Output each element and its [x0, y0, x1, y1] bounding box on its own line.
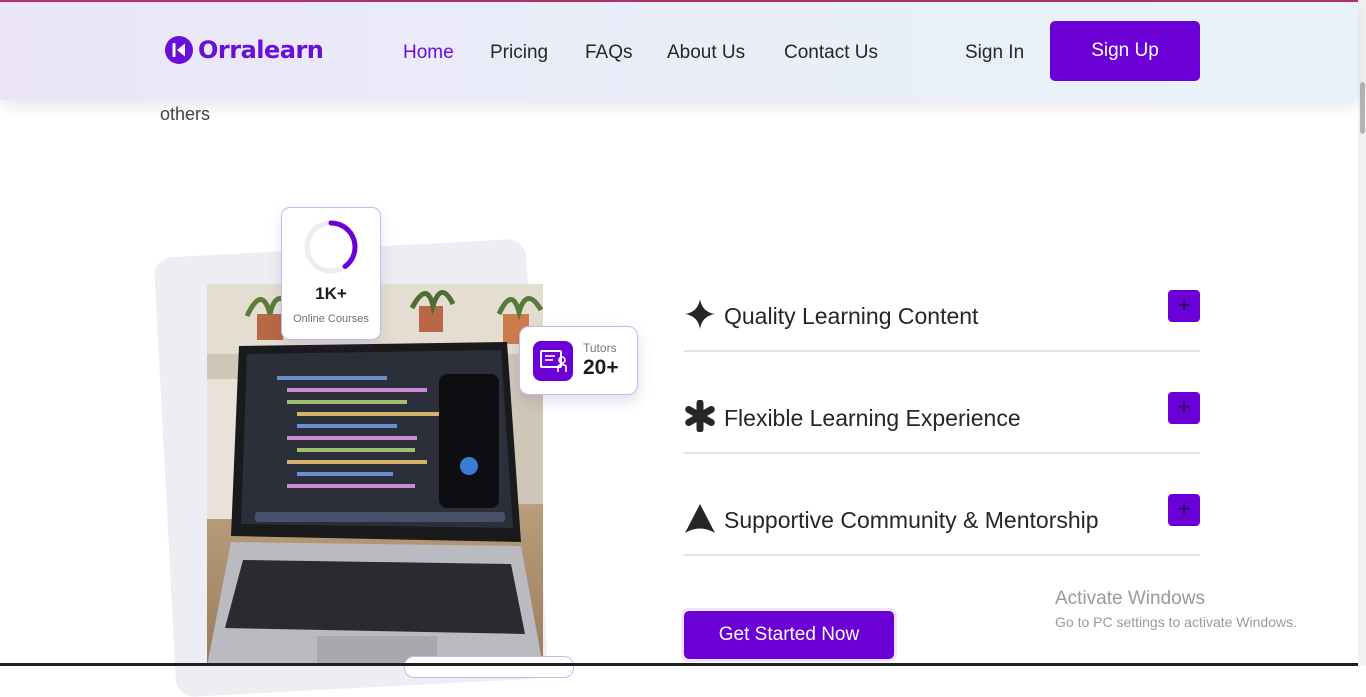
courses-label: Online Courses — [293, 313, 369, 325]
tutors-label: Tutors — [583, 341, 617, 355]
progress-ring — [304, 220, 358, 274]
laptop-illustration — [207, 284, 543, 666]
watermark-title: Activate Windows — [1055, 588, 1205, 609]
feature-title: Supportive Community & Mentorship — [724, 507, 1099, 533]
progress-ring-arc — [328, 220, 358, 269]
partial-card — [404, 656, 574, 678]
nav-contact-us[interactable]: Contact Us — [784, 42, 878, 64]
online-courses-card: 1K+ Online Courses — [281, 207, 381, 340]
windows-activation-watermark: Activate Windows Go to PC settings to ac… — [1055, 588, 1297, 630]
nav-faqs[interactable]: FAQs — [585, 42, 633, 64]
watermark-subtitle: Go to PC settings to activate Windows. — [1055, 614, 1297, 630]
logo[interactable]: Orralearn — [164, 35, 324, 65]
feature-flexible-learning[interactable]: Flexible Learning Experience + — [684, 392, 1200, 454]
nav-pricing[interactable]: Pricing — [490, 42, 548, 64]
sign-up-button[interactable]: Sign Up — [1050, 21, 1200, 81]
feature-title: Flexible Learning Experience — [724, 405, 1021, 431]
arrow-up-icon — [685, 504, 715, 533]
feature-supportive-community[interactable]: Supportive Community & Mentorship + — [684, 494, 1200, 556]
expand-button[interactable]: + — [1168, 494, 1200, 526]
expand-button[interactable]: + — [1168, 290, 1200, 322]
nav-about-us[interactable]: About Us — [667, 42, 745, 64]
asterisk-icon — [685, 400, 715, 432]
nav-home[interactable]: Home — [403, 42, 454, 64]
feature-title: Quality Learning Content — [724, 303, 979, 329]
tutors-count: 20+ — [583, 356, 619, 379]
logo-icon — [165, 36, 193, 64]
tutor-board-icon — [533, 341, 573, 381]
logo-text: Orralearn — [198, 36, 324, 64]
section-text-fragment: others — [160, 104, 211, 124]
feature-quality-learning[interactable]: Quality Learning Content + — [684, 290, 1200, 352]
laptop-photo — [207, 284, 543, 666]
page-scrollbar[interactable] — [1358, 0, 1366, 666]
scrollbar-thumb[interactable] — [1360, 82, 1365, 134]
tutors-card: Tutors 20+ — [519, 326, 638, 395]
sparkle-icon — [685, 299, 715, 329]
courses-count: 1K+ — [315, 284, 347, 303]
site-header: Orralearn Home Pricing FAQs About Us Con… — [0, 2, 1358, 100]
expand-button[interactable]: + — [1168, 392, 1200, 424]
sign-in-link[interactable]: Sign In — [965, 42, 1024, 64]
get-started-button[interactable]: Get Started Now — [684, 611, 894, 659]
